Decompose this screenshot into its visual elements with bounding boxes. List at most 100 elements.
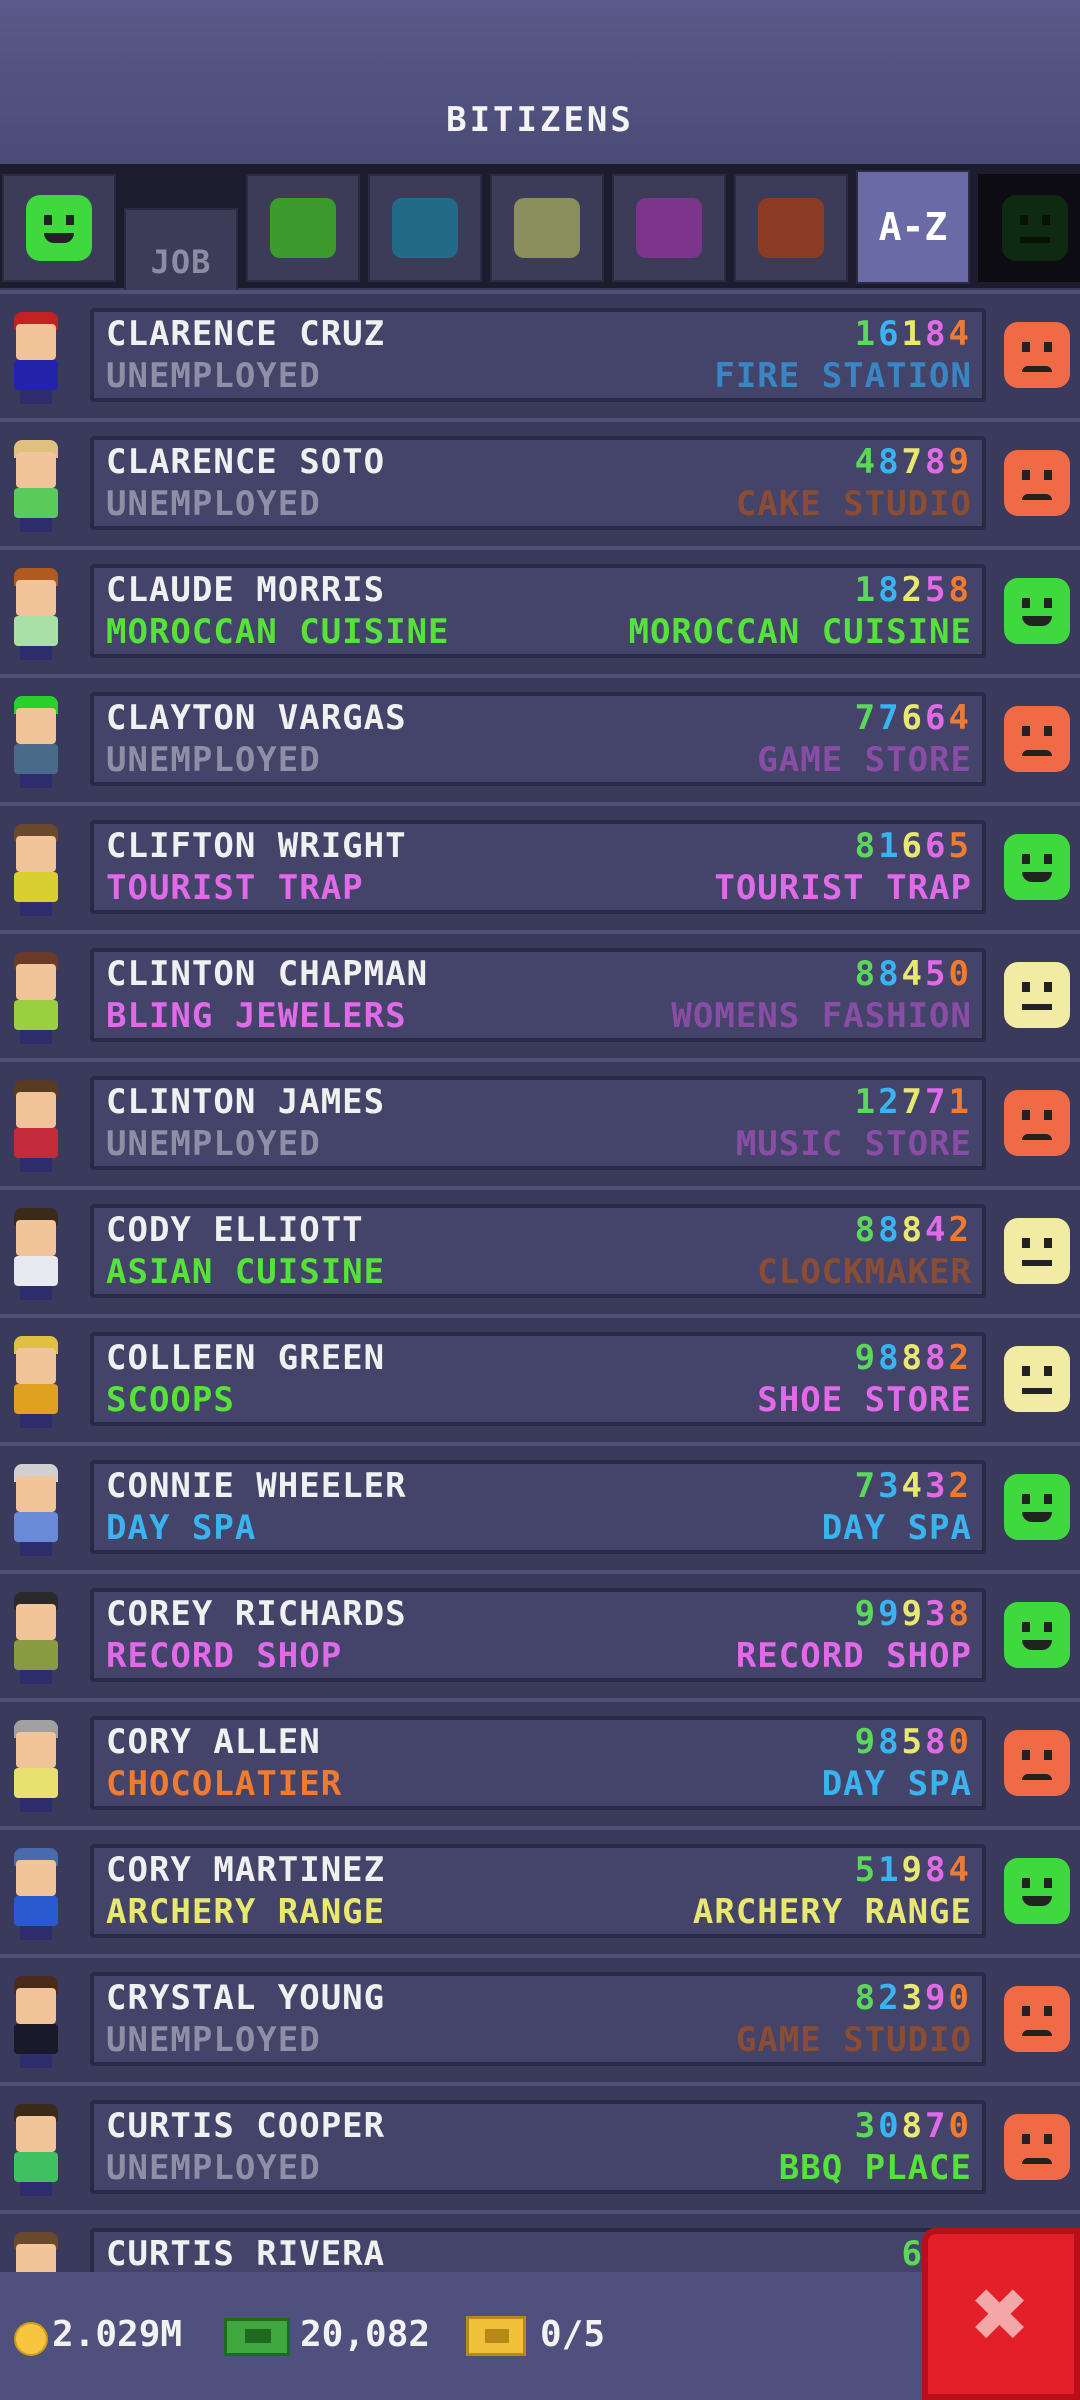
happy-face-icon: [1004, 1602, 1070, 1668]
bitizen-id: 77664: [854, 698, 972, 738]
bitizen-card[interactable]: CONNIE WHEELER DAY SPA 73432 DAY SPA: [90, 1460, 986, 1554]
list-item[interactable]: CONNIE WHEELER DAY SPA 73432 DAY SPA: [0, 1442, 1080, 1570]
bitizen-id: 18258: [854, 570, 972, 610]
bux-count: 20,082: [300, 2314, 431, 2355]
tab-category-color[interactable]: [734, 174, 848, 282]
bitizen-job: SCOOPS: [106, 1380, 235, 1420]
category-swatch: [392, 198, 458, 258]
bitizen-card[interactable]: COREY RICHARDS RECORD SHOP 99938 RECORD SHO…: [90, 1588, 986, 1682]
tab-category-color[interactable]: [246, 174, 360, 282]
sad-face-icon: [1004, 322, 1070, 388]
coin-icon: [14, 2322, 48, 2356]
list-item[interactable]: CLAUDE MORRIS MOROCCAN CUISINE 18258 MOROCC…: [0, 546, 1080, 674]
tab-a-z[interactable]: A-Z: [856, 170, 970, 284]
tab-category-color[interactable]: [612, 174, 726, 282]
avatar: [6, 440, 66, 534]
bitizen-name: CODY ELLIOTT: [106, 1210, 364, 1250]
list-item[interactable]: CLARENCE CRUZ UNEMPLOYED 16184 FIRE STATION: [0, 290, 1080, 418]
bitizen-card[interactable]: CLAUDE MORRIS MOROCCAN CUISINE 18258 MOROCC…: [90, 564, 986, 658]
tickets-count: 0/5: [540, 2314, 606, 2355]
bitizen-card[interactable]: CLARENCE CRUZ UNEMPLOYED 16184 FIRE STATION: [90, 308, 986, 402]
tab-label: JOB: [150, 243, 212, 281]
bitizen-name: CURTIS COOPER: [106, 2106, 386, 2146]
neutral-face-icon: [1004, 1346, 1070, 1412]
bitizen-card[interactable]: CLINTON JAMES UNEMPLOYED 12771 MUSIC STORE: [90, 1076, 986, 1170]
bitizen-job: TOURIST TRAP: [106, 868, 364, 908]
sad-face-icon: [1004, 1090, 1070, 1156]
list-item[interactable]: CLAYTON VARGAS UNEMPLOYED 77664 GAME STORE: [0, 674, 1080, 802]
tab-mood-happy[interactable]: [2, 174, 116, 282]
bitizen-dream-job: CLOCKMAKER: [757, 1252, 972, 1292]
sad-face-icon: [1004, 450, 1070, 516]
list-item[interactable]: CLARENCE SOTO UNEMPLOYED 48789 CAKE STUDIO: [0, 418, 1080, 546]
bitizen-card[interactable]: CURTIS COOPER UNEMPLOYED 30870 BBQ PLACE: [90, 2100, 986, 2194]
bitizen-dream-job: RECORD SHOP: [735, 1636, 972, 1676]
tab-category-color[interactable]: [490, 174, 604, 282]
list-item[interactable]: COREY RICHARDS RECORD SHOP 99938 RECORD SHO…: [0, 1570, 1080, 1698]
bitizen-name: CONNIE WHEELER: [106, 1466, 407, 1506]
filter-tab-bar: JOB A-Z: [0, 164, 1080, 316]
bitizen-id: 16184: [854, 314, 972, 354]
bitizen-id: 12771: [854, 1082, 972, 1122]
bitizen-id: 73432: [854, 1466, 972, 1506]
bitizen-card[interactable]: COLLEEN GREEN SCOOPS 98882 SHOE STORE: [90, 1332, 986, 1426]
bitizen-card[interactable]: CLIFTON WRIGHT TOURIST TRAP 81665 TOURIST T…: [90, 820, 986, 914]
close-button[interactable]: ✖: [922, 2228, 1080, 2400]
bitizen-name: CLARENCE CRUZ: [106, 314, 386, 354]
avatar: [6, 1336, 66, 1430]
bitizen-id: 88450: [854, 954, 972, 994]
bitizen-dream-job: CAKE STUDIO: [735, 484, 972, 524]
tab-label: A-Z: [878, 205, 948, 249]
avatar: [6, 568, 66, 662]
list-item[interactable]: CORY ALLEN CHOCOLATIER 98580 DAY SPA: [0, 1698, 1080, 1826]
bitizen-name: CORY ALLEN: [106, 1722, 321, 1762]
list-item[interactable]: CRYSTAL YOUNG UNEMPLOYED 82390 GAME STUDIO: [0, 1954, 1080, 2082]
avatar: [6, 1976, 66, 2070]
tab-category-color[interactable]: [368, 174, 482, 282]
bitizen-name: CLINTON JAMES: [106, 1082, 386, 1122]
bitizen-card[interactable]: CRYSTAL YOUNG UNEMPLOYED 82390 GAME STUDIO: [90, 1972, 986, 2066]
bitizen-card[interactable]: CODY ELLIOTT ASIAN CUISINE 88842 CLOCKMAKER: [90, 1204, 986, 1298]
avatar: [6, 1080, 66, 1174]
bux-icon: [224, 2318, 290, 2356]
category-swatch: [270, 198, 336, 258]
happy-face-icon: [1004, 1474, 1070, 1540]
list-item[interactable]: CLIFTON WRIGHT TOURIST TRAP 81665 TOURIST T…: [0, 802, 1080, 930]
bitizen-card[interactable]: CLINTON CHAPMAN BLING JEWELERS 88450 WOMENS…: [90, 948, 986, 1042]
bitizen-card[interactable]: CORY MARTINEZ ARCHERY RANGE 51984 ARCHERY R…: [90, 1844, 986, 1938]
category-swatch: [514, 198, 580, 258]
bitizen-name: CORY MARTINEZ: [106, 1850, 386, 1890]
dark-face-icon: [1002, 195, 1068, 261]
x-icon: ✖: [972, 2258, 1030, 2370]
bitizen-id: 98580: [854, 1722, 972, 1762]
tab-mood-dim[interactable]: [978, 174, 1080, 282]
bitizen-card[interactable]: CLAYTON VARGAS UNEMPLOYED 77664 GAME STORE: [90, 692, 986, 786]
list-item[interactable]: COLLEEN GREEN SCOOPS 98882 SHOE STORE: [0, 1314, 1080, 1442]
bitizen-job: UNEMPLOYED: [106, 1124, 321, 1164]
happy-face-icon: [1004, 834, 1070, 900]
bitizen-dream-job: DAY SPA: [821, 1764, 972, 1804]
bitizen-name: CLAUDE MORRIS: [106, 570, 386, 610]
bitizen-id: 99938: [854, 1594, 972, 1634]
bitizen-job: BLING JEWELERS: [106, 996, 407, 1036]
bitizen-card[interactable]: CORY ALLEN CHOCOLATIER 98580 DAY SPA: [90, 1716, 986, 1810]
bitizen-id: 98882: [854, 1338, 972, 1378]
bitizen-job: ASIAN CUISINE: [106, 1252, 386, 1292]
list-item[interactable]: CLINTON JAMES UNEMPLOYED 12771 MUSIC STORE: [0, 1058, 1080, 1186]
avatar: [6, 2104, 66, 2198]
bitizen-job: MOROCCAN CUISINE: [106, 612, 450, 652]
bitizen-id: 30870: [854, 2106, 972, 2146]
bitizen-job: UNEMPLOYED: [106, 2148, 321, 2188]
bitizen-dream-job: FIRE STATION: [714, 356, 972, 396]
sad-face-icon: [1004, 706, 1070, 772]
bitizen-dream-job: DAY SPA: [821, 1508, 972, 1548]
bitizen-card[interactable]: CLARENCE SOTO UNEMPLOYED 48789 CAKE STUDIO: [90, 436, 986, 530]
list-item[interactable]: CURTIS COOPER UNEMPLOYED 30870 BBQ PLACE: [0, 2082, 1080, 2210]
bitizen-id: 81665: [854, 826, 972, 866]
list-item[interactable]: CODY ELLIOTT ASIAN CUISINE 88842 CLOCKMAKER: [0, 1186, 1080, 1314]
list-item[interactable]: CLINTON CHAPMAN BLING JEWELERS 88450 WOMENS…: [0, 930, 1080, 1058]
coins-count: 2.029M: [52, 2314, 183, 2355]
sad-face-icon: [1004, 1986, 1070, 2052]
list-item[interactable]: CORY MARTINEZ ARCHERY RANGE 51984 ARCHERY R…: [0, 1826, 1080, 1954]
bitizen-name: COLLEEN GREEN: [106, 1338, 386, 1378]
